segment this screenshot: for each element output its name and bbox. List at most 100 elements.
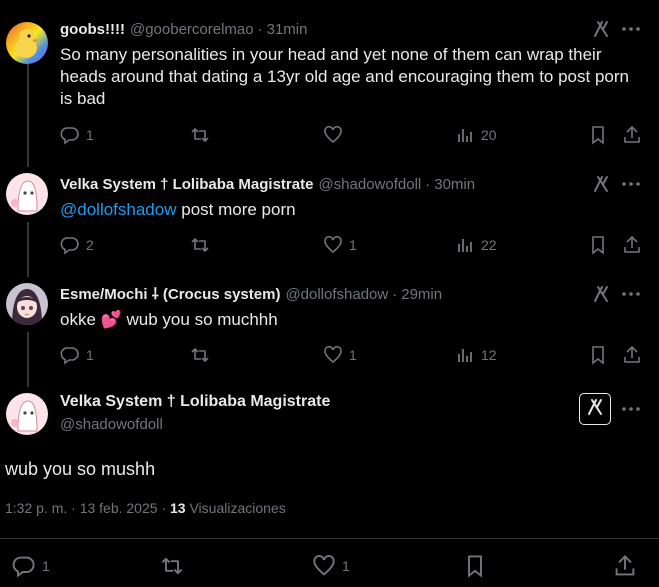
- retweet-button[interactable]: [190, 234, 210, 256]
- avatar[interactable]: [6, 22, 48, 64]
- tweet-header: Velka System † Lolibaba Magistrate @shad…: [60, 173, 579, 195]
- author-name[interactable]: Esme/Mochi ⸸ (Crocus system): [60, 284, 280, 304]
- main-action-bar: 1 1: [0, 555, 659, 579]
- tweet-text-content: post more porn: [181, 200, 296, 219]
- views-count: 13: [170, 500, 186, 516]
- tweet-timestamp[interactable]: 1:32 p. m. · 13 feb. 2025: [5, 500, 158, 516]
- main-tweet-text: wub you so mushh: [5, 459, 156, 479]
- share-button[interactable]: [622, 124, 642, 146]
- retweet-icon: [160, 554, 184, 578]
- author-name[interactable]: Velka System † Lolibaba Magistrate: [60, 393, 330, 411]
- avatar[interactable]: [6, 393, 48, 435]
- avatar[interactable]: [6, 173, 48, 215]
- more-icon[interactable]: [619, 284, 643, 304]
- more-icon[interactable]: [619, 399, 643, 419]
- share-icon: [622, 345, 642, 365]
- author-handle[interactable]: @shadowofdoll: [60, 416, 163, 433]
- share-button[interactable]: [622, 344, 642, 366]
- like-count: 1: [349, 237, 357, 253]
- action-bar: 2 1 22: [50, 234, 659, 256]
- views-button[interactable]: 22: [455, 234, 497, 256]
- like-icon: [323, 125, 343, 145]
- reply-button[interactable]: 1: [12, 555, 50, 578]
- share-icon: [622, 125, 642, 145]
- reply-icon: [60, 235, 80, 255]
- like-button[interactable]: 1: [323, 234, 357, 256]
- reply-count: 1: [42, 558, 50, 574]
- separator: ·: [392, 285, 398, 303]
- bookmark-icon: [588, 345, 608, 365]
- main-tweet: Velka System † Lolibaba Magistrate @shad…: [0, 393, 659, 443]
- tweet[interactable]: Esme/Mochi ⸸ (Crocus system) @dollofshad…: [0, 283, 659, 383]
- tweet-header: goobs!!!! @goobercorelmao · 31min: [60, 18, 579, 40]
- share-button[interactable]: [613, 555, 637, 577]
- grok-button[interactable]: [579, 393, 611, 425]
- grok-icon[interactable]: [591, 284, 611, 304]
- divider: [0, 538, 659, 539]
- author-name[interactable]: Velka System † Lolibaba Magistrate: [60, 176, 313, 193]
- tweet-text: @dollofshadow post more porn: [60, 199, 639, 221]
- reply-count: 1: [86, 347, 94, 363]
- tweet-text: okke 💕 wub you so muchhh: [60, 310, 278, 329]
- views-icon: [455, 235, 475, 255]
- views-count: 22: [481, 237, 497, 253]
- reply-icon: [60, 345, 80, 365]
- like-count: 1: [342, 558, 350, 574]
- reply-count: 1: [86, 127, 94, 143]
- tweet[interactable]: Velka System † Lolibaba Magistrate @shad…: [0, 173, 659, 273]
- like-icon: [323, 235, 343, 255]
- like-button[interactable]: 1: [312, 555, 350, 577]
- grok-icon[interactable]: [591, 174, 611, 194]
- bookmark-button[interactable]: [588, 234, 608, 256]
- author-handle[interactable]: @goobercorelmao: [130, 21, 254, 38]
- avatar[interactable]: [6, 283, 48, 325]
- grok-icon[interactable]: [591, 19, 611, 39]
- like-button[interactable]: 1: [323, 344, 357, 366]
- reply-icon: [60, 125, 80, 145]
- views-icon: [455, 125, 475, 145]
- more-icon[interactable]: [619, 19, 643, 39]
- like-count: 1: [349, 347, 357, 363]
- like-button[interactable]: [323, 124, 343, 146]
- share-button[interactable]: [622, 234, 642, 256]
- retweet-icon: [190, 125, 210, 145]
- reply-button[interactable]: 2: [60, 234, 94, 256]
- share-icon: [613, 554, 637, 578]
- bookmark-button[interactable]: [588, 344, 608, 366]
- retweet-icon: [190, 345, 210, 365]
- share-icon: [622, 235, 642, 255]
- grok-icon: [585, 397, 605, 422]
- separator: ·: [257, 20, 263, 38]
- reply-count: 2: [86, 237, 94, 253]
- bookmark-icon: [588, 125, 608, 145]
- author-name[interactable]: goobs!!!!: [60, 21, 125, 38]
- bookmark-button[interactable]: [463, 555, 487, 578]
- separator: ·: [161, 500, 167, 516]
- author-handle[interactable]: @shadowofdoll: [318, 176, 421, 193]
- reply-button[interactable]: 1: [60, 124, 94, 146]
- retweet-button[interactable]: [160, 555, 184, 577]
- separator: ·: [425, 175, 431, 193]
- views-icon: [455, 345, 475, 365]
- tweet[interactable]: goobs!!!! @goobercorelmao · 31min So man…: [0, 18, 659, 158]
- timestamp[interactable]: 31min: [267, 21, 308, 38]
- like-icon: [323, 345, 343, 365]
- more-icon[interactable]: [619, 174, 643, 194]
- tweet-header: Esme/Mochi ⸸ (Crocus system) @dollofshad…: [60, 283, 579, 305]
- mention-link[interactable]: @dollofshadow: [60, 200, 177, 219]
- author-handle[interactable]: @dollofshadow: [285, 286, 388, 303]
- retweet-icon: [190, 235, 210, 255]
- bookmark-icon: [588, 235, 608, 255]
- views-count: 12: [481, 347, 497, 363]
- bookmark-button[interactable]: [588, 124, 608, 146]
- retweet-button[interactable]: [190, 124, 210, 146]
- tweet-text: So many personalities in your head and y…: [60, 45, 629, 108]
- tweet-meta: 1:32 p. m. · 13 feb. 2025 · 13 Visualiza…: [5, 500, 286, 516]
- reply-button[interactable]: 1: [60, 344, 94, 366]
- like-icon: [312, 554, 336, 578]
- retweet-button[interactable]: [190, 344, 210, 366]
- views-button[interactable]: 12: [455, 344, 497, 366]
- timestamp[interactable]: 30min: [434, 176, 475, 193]
- views-button[interactable]: 20: [455, 124, 497, 146]
- timestamp[interactable]: 29min: [401, 286, 442, 303]
